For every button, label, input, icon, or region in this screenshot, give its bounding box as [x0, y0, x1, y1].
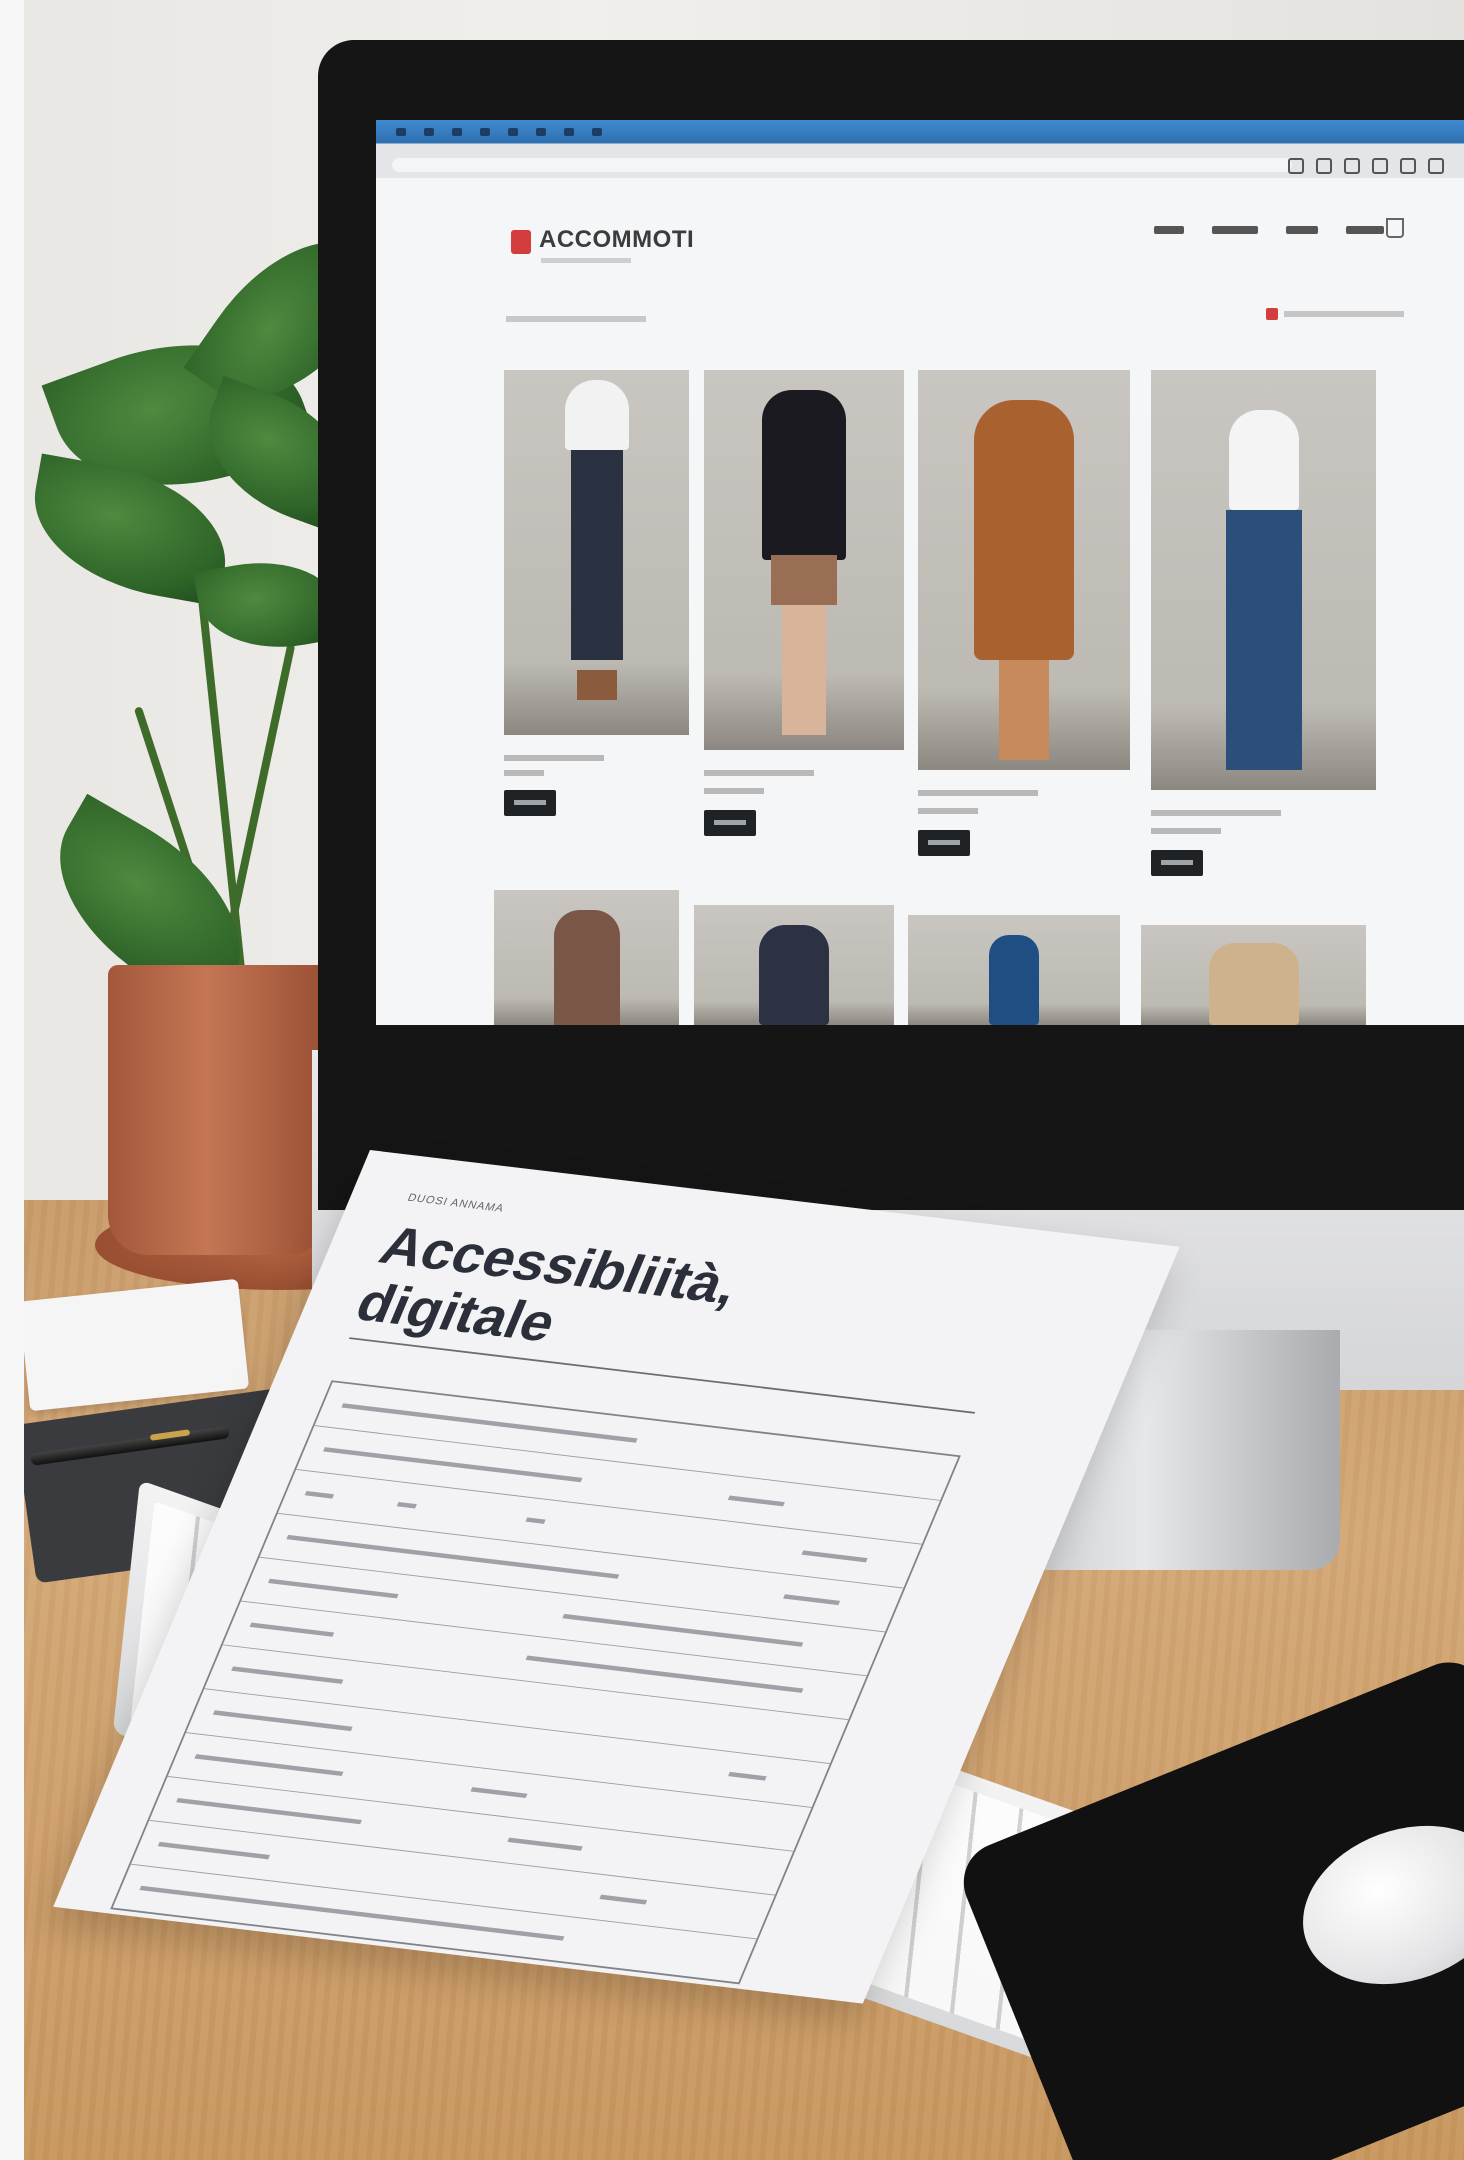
add-to-cart-button[interactable] [918, 830, 970, 856]
product-image[interactable] [1141, 925, 1366, 1025]
product-image[interactable] [908, 915, 1120, 1025]
cart-icon[interactable] [1386, 218, 1404, 238]
document-title: Accessibliità, digitale [348, 1215, 749, 1372]
nav-item[interactable] [1346, 226, 1384, 234]
photo-scene: ACCOMMOTI DUOSI ANNAMA Accessibliità, di… [0, 0, 1464, 2160]
nav-item[interactable] [1154, 226, 1184, 234]
filter-control[interactable] [1266, 308, 1404, 320]
monitor-screen: ACCOMMOTI [376, 120, 1464, 1025]
document-label: DUOSI ANNAMA [405, 1191, 507, 1215]
product-image[interactable] [704, 370, 904, 750]
terracotta-pot [108, 965, 328, 1255]
product-image[interactable] [918, 370, 1130, 770]
site-nav [1154, 226, 1384, 234]
product-image[interactable] [494, 890, 679, 1025]
breadcrumb [506, 316, 646, 322]
add-to-cart-button[interactable] [504, 790, 556, 816]
address-bar[interactable] [392, 158, 1292, 172]
add-to-cart-button[interactable] [704, 810, 756, 836]
toolbar-icon[interactable] [1316, 158, 1332, 174]
image-border [0, 0, 24, 2160]
notebook [18, 1278, 250, 1412]
logo-icon[interactable] [511, 230, 531, 254]
document-table [110, 1380, 961, 1985]
toolbar-icon[interactable] [1428, 158, 1444, 174]
toolbar-icon[interactable] [1372, 158, 1388, 174]
toolbar-icon[interactable] [1400, 158, 1416, 174]
site-logo-text[interactable]: ACCOMMOTI [539, 226, 694, 254]
nav-item[interactable] [1212, 226, 1258, 234]
toolbar-icon[interactable] [1344, 158, 1360, 174]
logo-tagline [541, 258, 631, 263]
toolbar-icon[interactable] [1288, 158, 1304, 174]
add-to-cart-button[interactable] [1151, 850, 1203, 876]
product-image[interactable] [1151, 370, 1376, 790]
product-image[interactable] [504, 370, 689, 735]
browser-toolbar [376, 120, 1464, 178]
product-image[interactable] [694, 905, 894, 1025]
nav-item[interactable] [1286, 226, 1318, 234]
